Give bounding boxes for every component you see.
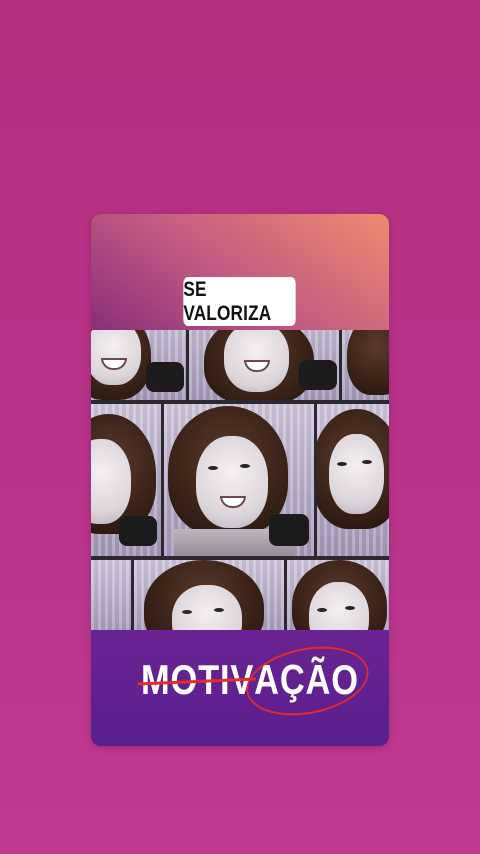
circle-highlight [242, 637, 372, 725]
collage-photo [91, 560, 131, 630]
title-sticker: SE VALORIZA [183, 277, 296, 326]
collage-photo [287, 560, 389, 630]
footer-band: MOTIV AÇÃO [91, 630, 389, 746]
collage-photo [91, 404, 161, 556]
brand-circled-text: AÇÃO [242, 637, 372, 725]
story-card[interactable]: SE VALORIZA MOTIV AÇÃO [91, 214, 389, 746]
collage-photo [189, 330, 339, 400]
photo-collage [91, 330, 389, 630]
collage-photo [317, 404, 389, 556]
collage-photo-center [164, 404, 314, 556]
collage-photo [134, 560, 284, 630]
header-gradient: SE VALORIZA [91, 214, 389, 330]
brand-logo: MOTIV AÇÃO [137, 637, 372, 725]
collage-photo [91, 330, 186, 400]
collage-photo [342, 330, 389, 400]
brand-struck-text: MOTIV [137, 656, 256, 704]
